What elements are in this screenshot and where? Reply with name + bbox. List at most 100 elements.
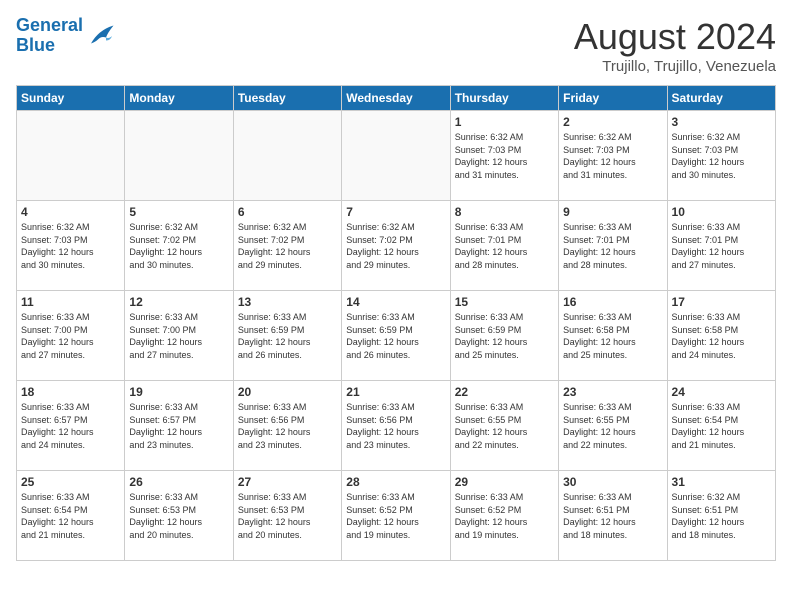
calendar-cell: 5 Sunrise: 6:32 AM Sunset: 7:02 PM Daylig… <box>125 201 233 291</box>
calendar-cell: 8 Sunrise: 6:33 AM Sunset: 7:01 PM Daylig… <box>450 201 558 291</box>
day-info: Sunrise: 6:33 AM Sunset: 6:56 PM Dayligh… <box>238 401 337 451</box>
calendar-cell: 16 Sunrise: 6:33 AM Sunset: 6:58 PM Dayli… <box>559 291 667 381</box>
day-number: 31 <box>672 475 771 489</box>
calendar-cell: 3 Sunrise: 6:32 AM Sunset: 7:03 PM Daylig… <box>667 111 775 201</box>
day-info: Sunrise: 6:33 AM Sunset: 6:52 PM Dayligh… <box>455 491 554 541</box>
calendar-cell: 1Sunrise: 6:32 AM Sunset: 7:03 PM Daylig… <box>450 111 558 201</box>
day-info: Sunrise: 6:33 AM Sunset: 6:59 PM Dayligh… <box>238 311 337 361</box>
day-number: 27 <box>238 475 337 489</box>
calendar-cell: 25 Sunrise: 6:33 AM Sunset: 6:54 PM Dayli… <box>17 471 125 561</box>
week-row-1: 4Sunrise: 6:32 AM Sunset: 7:03 PM Daylig… <box>17 201 776 291</box>
day-number: 28 <box>346 475 445 489</box>
week-row-3: 18 Sunrise: 6:33 AM Sunset: 6:57 PM Dayli… <box>17 381 776 471</box>
day-number: 5 <box>129 205 228 219</box>
day-number: 26 <box>129 475 228 489</box>
day-number: 10 <box>672 205 771 219</box>
day-info: Sunrise: 6:33 AM Sunset: 6:59 PM Dayligh… <box>455 311 554 361</box>
day-info: Sunrise: 6:32 AM Sunset: 7:03 PM Dayligh… <box>455 131 554 181</box>
logo: General Blue <box>16 16 115 56</box>
day-info: Sunrise: 6:33 AM Sunset: 7:01 PM Dayligh… <box>455 221 554 271</box>
calendar-cell: 4Sunrise: 6:32 AM Sunset: 7:03 PM Daylig… <box>17 201 125 291</box>
calendar-cell: 24 Sunrise: 6:33 AM Sunset: 6:54 PM Dayli… <box>667 381 775 471</box>
calendar-cell: 14 Sunrise: 6:33 AM Sunset: 6:59 PM Dayli… <box>342 291 450 381</box>
day-info: Sunrise: 6:33 AM Sunset: 7:01 PM Dayligh… <box>672 221 771 271</box>
day-number: 9 <box>563 205 662 219</box>
day-info: Sunrise: 6:32 AM Sunset: 6:51 PM Dayligh… <box>672 491 771 541</box>
day-number: 21 <box>346 385 445 399</box>
calendar-cell: 30 Sunrise: 6:33 AM Sunset: 6:51 PM Dayli… <box>559 471 667 561</box>
day-info: Sunrise: 6:33 AM Sunset: 6:53 PM Dayligh… <box>129 491 228 541</box>
week-row-2: 11 Sunrise: 6:33 AM Sunset: 7:00 PM Dayli… <box>17 291 776 381</box>
day-info: Sunrise: 6:33 AM Sunset: 6:57 PM Dayligh… <box>129 401 228 451</box>
day-info: Sunrise: 6:33 AM Sunset: 6:52 PM Dayligh… <box>346 491 445 541</box>
day-info: Sunrise: 6:33 AM Sunset: 6:58 PM Dayligh… <box>672 311 771 361</box>
day-info: Sunrise: 6:33 AM Sunset: 6:54 PM Dayligh… <box>672 401 771 451</box>
calendar-cell <box>125 111 233 201</box>
weekday-header-saturday: Saturday <box>667 86 775 111</box>
weekday-header-monday: Monday <box>125 86 233 111</box>
day-info: Sunrise: 6:33 AM Sunset: 6:58 PM Dayligh… <box>563 311 662 361</box>
calendar-cell: 11 Sunrise: 6:33 AM Sunset: 7:00 PM Dayli… <box>17 291 125 381</box>
logo-bird-icon <box>85 22 115 50</box>
day-info: Sunrise: 6:32 AM Sunset: 7:02 PM Dayligh… <box>129 221 228 271</box>
calendar-cell: 7 Sunrise: 6:32 AM Sunset: 7:02 PM Daylig… <box>342 201 450 291</box>
day-info: Sunrise: 6:33 AM Sunset: 6:51 PM Dayligh… <box>563 491 662 541</box>
calendar-cell: 21Sunrise: 6:33 AM Sunset: 6:56 PM Dayli… <box>342 381 450 471</box>
day-number: 16 <box>563 295 662 309</box>
day-number: 20 <box>238 385 337 399</box>
day-number: 19 <box>129 385 228 399</box>
day-number: 25 <box>21 475 120 489</box>
calendar-cell: 29 Sunrise: 6:33 AM Sunset: 6:52 PM Dayli… <box>450 471 558 561</box>
calendar-cell: 26 Sunrise: 6:33 AM Sunset: 6:53 PM Dayli… <box>125 471 233 561</box>
day-info: Sunrise: 6:33 AM Sunset: 7:00 PM Dayligh… <box>21 311 120 361</box>
week-row-4: 25 Sunrise: 6:33 AM Sunset: 6:54 PM Dayli… <box>17 471 776 561</box>
calendar-cell: 18 Sunrise: 6:33 AM Sunset: 6:57 PM Dayli… <box>17 381 125 471</box>
day-number: 12 <box>129 295 228 309</box>
day-info: Sunrise: 6:32 AM Sunset: 7:03 PM Dayligh… <box>672 131 771 181</box>
weekday-header-friday: Friday <box>559 86 667 111</box>
day-number: 24 <box>672 385 771 399</box>
day-info: Sunrise: 6:33 AM Sunset: 6:53 PM Dayligh… <box>238 491 337 541</box>
day-number: 29 <box>455 475 554 489</box>
calendar-cell: 28 Sunrise: 6:33 AM Sunset: 6:52 PM Dayli… <box>342 471 450 561</box>
day-info: Sunrise: 6:33 AM Sunset: 7:01 PM Dayligh… <box>563 221 662 271</box>
day-number: 30 <box>563 475 662 489</box>
weekday-header-row: SundayMondayTuesdayWednesdayThursdayFrid… <box>17 86 776 111</box>
day-number: 14 <box>346 295 445 309</box>
day-info: Sunrise: 6:33 AM Sunset: 6:57 PM Dayligh… <box>21 401 120 451</box>
day-info: Sunrise: 6:32 AM Sunset: 7:03 PM Dayligh… <box>21 221 120 271</box>
day-number: 8 <box>455 205 554 219</box>
calendar-cell: 23Sunrise: 6:33 AM Sunset: 6:55 PM Dayli… <box>559 381 667 471</box>
title-area: August 2024 Trujillo, Trujillo, Venezuel… <box>574 16 776 75</box>
calendar-cell <box>17 111 125 201</box>
day-number: 11 <box>21 295 120 309</box>
calendar-cell: 13 Sunrise: 6:33 AM Sunset: 6:59 PM Dayli… <box>233 291 341 381</box>
day-number: 18 <box>21 385 120 399</box>
day-number: 7 <box>346 205 445 219</box>
logo-line1: General <box>16 15 83 35</box>
day-info: Sunrise: 6:32 AM Sunset: 7:03 PM Dayligh… <box>563 131 662 181</box>
day-number: 13 <box>238 295 337 309</box>
day-info: Sunrise: 6:33 AM Sunset: 6:54 PM Dayligh… <box>21 491 120 541</box>
day-info: Sunrise: 6:32 AM Sunset: 7:02 PM Dayligh… <box>346 221 445 271</box>
day-number: 3 <box>672 115 771 129</box>
day-info: Sunrise: 6:33 AM Sunset: 6:59 PM Dayligh… <box>346 311 445 361</box>
day-number: 6 <box>238 205 337 219</box>
day-info: Sunrise: 6:33 AM Sunset: 6:55 PM Dayligh… <box>563 401 662 451</box>
day-number: 15 <box>455 295 554 309</box>
day-number: 22 <box>455 385 554 399</box>
day-info: Sunrise: 6:33 AM Sunset: 7:00 PM Dayligh… <box>129 311 228 361</box>
month-title: August 2024 <box>574 16 776 58</box>
calendar-cell: 20 Sunrise: 6:33 AM Sunset: 6:56 PM Dayli… <box>233 381 341 471</box>
calendar-cell: 19 Sunrise: 6:33 AM Sunset: 6:57 PM Dayli… <box>125 381 233 471</box>
weekday-header-tuesday: Tuesday <box>233 86 341 111</box>
day-info: Sunrise: 6:32 AM Sunset: 7:02 PM Dayligh… <box>238 221 337 271</box>
week-row-0: 1Sunrise: 6:32 AM Sunset: 7:03 PM Daylig… <box>17 111 776 201</box>
logo-line2: Blue <box>16 35 55 55</box>
weekday-header-thursday: Thursday <box>450 86 558 111</box>
weekday-header-sunday: Sunday <box>17 86 125 111</box>
weekday-header-wednesday: Wednesday <box>342 86 450 111</box>
calendar-cell: 27 Sunrise: 6:33 AM Sunset: 6:53 PM Dayli… <box>233 471 341 561</box>
day-info: Sunrise: 6:33 AM Sunset: 6:55 PM Dayligh… <box>455 401 554 451</box>
calendar-cell: 10 Sunrise: 6:33 AM Sunset: 7:01 PM Dayli… <box>667 201 775 291</box>
